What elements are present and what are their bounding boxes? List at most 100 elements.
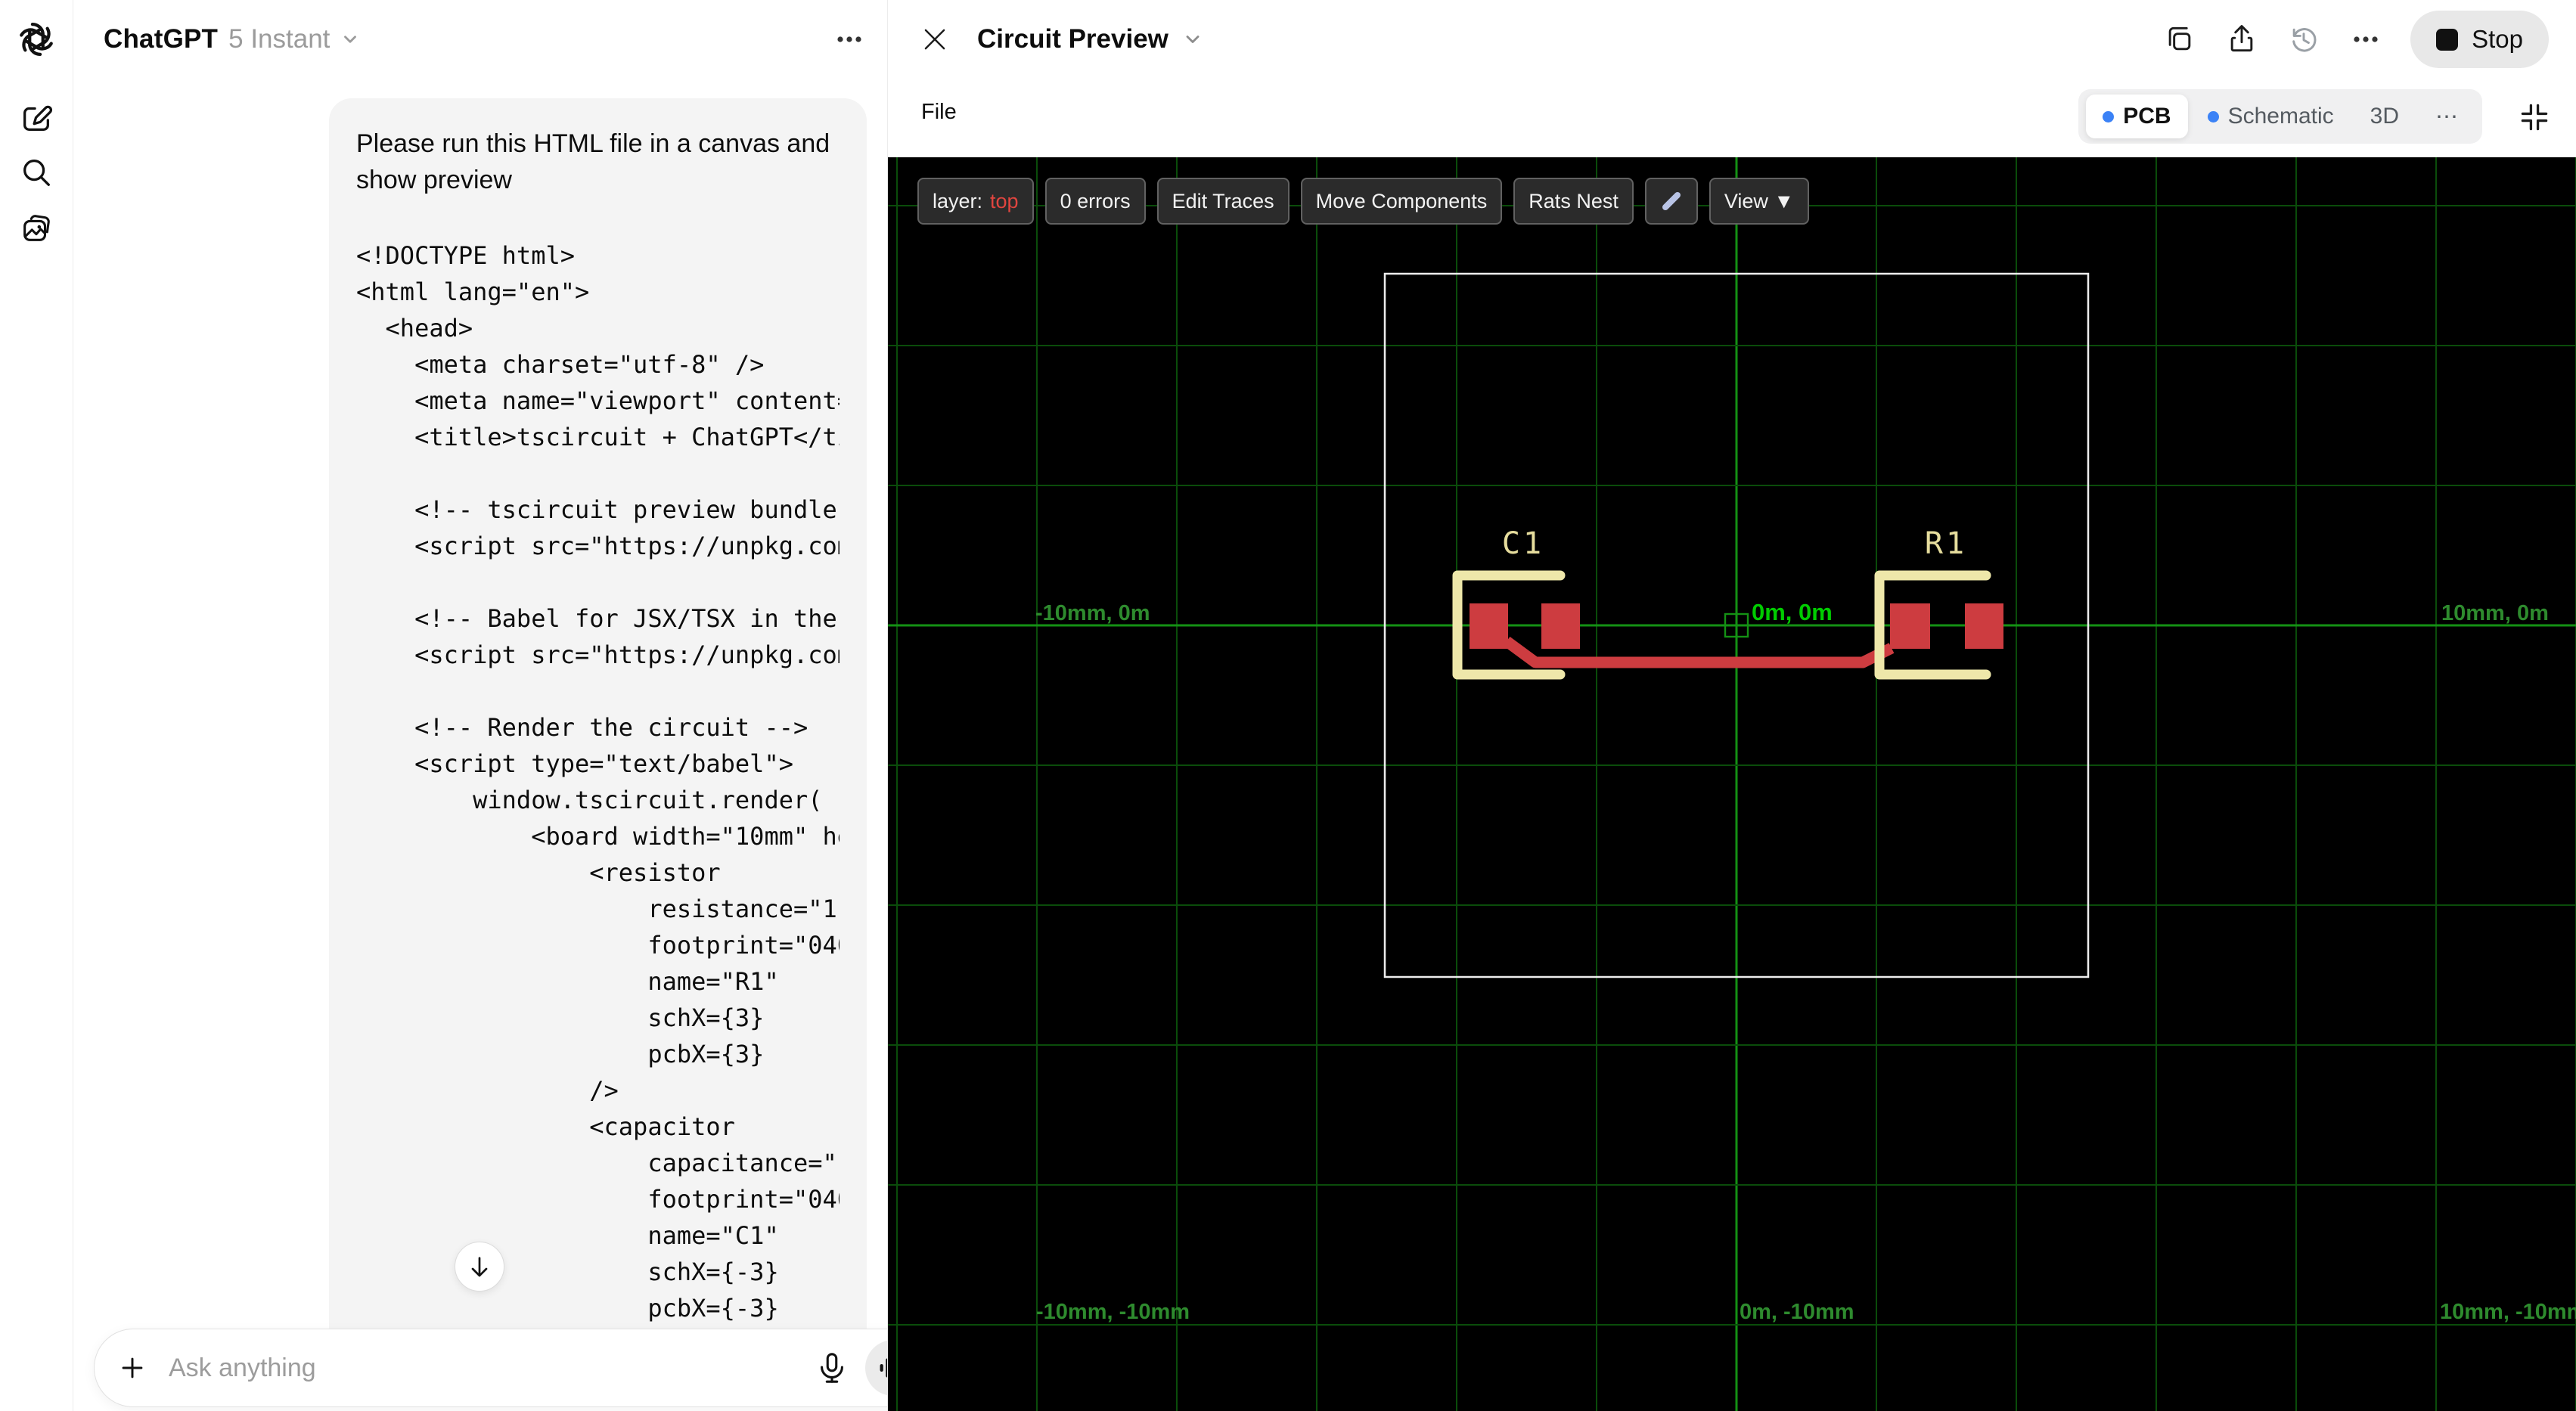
microphone-icon [821,1353,843,1383]
library-icon[interactable] [17,209,56,248]
tab-active-dot [2103,110,2115,122]
chat-options-icon[interactable] [833,23,866,56]
copy-icon[interactable] [2162,22,2197,57]
coordinate-label: 0m, -10mm [1740,1300,1854,1324]
chevron-down-icon [344,36,357,43]
new-chat-icon[interactable] [17,98,56,138]
code-line: schX={3} [356,1003,765,1032]
move-components-button[interactable]: Move Components [1300,178,1503,225]
code-line: footprint="040 [356,1185,840,1214]
code-line: <capacitor [356,1112,735,1141]
pcb-viewport[interactable]: 0m, 0m -10mm, 0m 10mm, 0m -10mm, -10mm 0m, … [888,157,2576,1411]
component-ref-r1[interactable]: R1 [1925,526,1967,561]
user-message-bubble: Please run this HTML file in a canvas an… [329,98,867,1361]
file-menu[interactable]: File [921,100,957,125]
chat-pane: ChatGPT 5 Instant Please run this HTML f… [73,0,887,1411]
more-options-icon[interactable] [2348,22,2383,57]
canvas-header-actions: Stop [2162,0,2549,79]
code-line: pcbX={3} [356,1040,765,1068]
tab-schematic[interactable]: Schematic [2191,95,2351,138]
code-line: name="C1" [356,1221,779,1250]
dictate-button[interactable] [809,1345,855,1391]
voice-mode-button[interactable] [865,1340,887,1396]
code-line: capacitance="1 [356,1149,840,1177]
errors-button[interactable]: 0 errors [1044,178,1146,225]
coordinate-label: 10mm, -10mm [2440,1300,2576,1324]
code-line: resistance="1k [356,895,840,923]
code-line: <head> [356,314,473,343]
canvas-panel: Circuit Preview Stop File PCB Schematic … [887,0,2576,1411]
voice-waveform-icon [880,1358,887,1378]
code-line: pcbX={-3} [356,1294,779,1323]
code-line: footprint="040 [356,931,840,960]
stop-square-icon [2436,28,2459,51]
canvas-title-chevron-icon[interactable] [1182,29,1203,50]
origin-label: 0m, 0m [1752,599,1833,625]
canvas-header: Circuit Preview Stop [888,0,2576,79]
tab-⋯[interactable]: ⋯ [2419,95,2475,139]
canvas-menubar: File PCB Schematic 3D ⋯ [888,79,2576,157]
composer-input[interactable]: Ask anything [169,1354,809,1383]
coordinate-label: 10mm, 0m [2441,601,2549,625]
code-line: <script type="text/babel"> [356,749,793,778]
collapse-icon[interactable] [2515,98,2553,136]
code-line: <script src="https://unpkg.com [356,640,840,669]
view-tabs: PCB Schematic 3D ⋯ [2078,89,2482,144]
user-message-text: Please run this HTML file in a canvas an… [356,129,830,194]
pencil-tool-button[interactable] [1644,178,1698,225]
view-dropdown-button[interactable]: View ▼ [1709,178,1810,225]
coordinate-label: -10mm, 0m [1035,601,1150,625]
c1-pad-1[interactable] [1470,603,1508,649]
code-line: <meta charset="utf-8" /> [356,350,765,379]
coordinate-label: -10mm, -10mm [1036,1300,1190,1324]
rats-nest-button[interactable]: Rats Nest [1513,178,1634,225]
scroll-to-bottom-button[interactable] [455,1242,504,1292]
pcb-canvas[interactable]: 0m, 0m -10mm, 0m 10mm, 0m -10mm, -10mm 0m, … [888,157,2576,1411]
app-sidebar [0,0,73,1411]
code-line: <html lang="en"> [356,278,590,306]
layer-button[interactable]: layer: top [917,178,1034,225]
model-name: 5 Instant [228,24,331,54]
chat-header: ChatGPT 5 Instant [73,0,887,79]
code-line: <!-- Render the circuit --> [356,713,808,742]
user-message-code: <!DOCTYPE html> <html lang="en"> <head> <… [356,237,840,1361]
component-reference-labels: C1 R1 [1502,526,1967,561]
code-line: <resistor [356,858,721,887]
search-icon[interactable] [17,153,56,192]
c1-pad-2[interactable] [1541,603,1580,649]
tab-active-dot [2207,110,2219,122]
tab-pcb[interactable]: PCB [2086,95,2188,138]
code-line: <!DOCTYPE html> [356,241,575,270]
share-icon[interactable] [2224,22,2259,57]
pencil-icon [1662,192,1681,210]
history-icon[interactable] [2286,22,2321,57]
r1-pad-1[interactable] [1890,603,1930,649]
plus-icon[interactable] [116,1351,149,1385]
code-line: <title>tscircuit + ChatGPT</ti [356,423,840,451]
component-ref-c1[interactable]: C1 [1502,526,1544,561]
code-line: <meta name="viewport" content= [356,386,840,415]
openai-logo-icon[interactable] [17,20,56,59]
code-line: <board width="10mm" he [356,822,840,851]
canvas-title: Circuit Preview [977,24,1169,54]
code-line: name="R1" [356,967,779,996]
code-line: <!-- tscircuit preview bundle [356,495,837,524]
message-composer[interactable]: Ask anything [94,1329,887,1407]
tab-3d[interactable]: 3D [2354,95,2416,138]
pcb-grid [888,157,2576,1411]
stop-button[interactable]: Stop [2410,11,2549,68]
arrow-down-icon [471,1257,488,1277]
r1-pad-2[interactable] [1965,603,2003,649]
code-line: window.tscircuit.render( [356,786,823,814]
model-picker[interactable]: ChatGPT 5 Instant [104,24,360,54]
pcb-toolbar: layer: top 0 errors Edit Traces Move Comp… [917,178,1810,225]
code-line: <script src="https://unpkg.com [356,532,840,560]
code-line: /> [356,1076,619,1105]
layer-value: top [990,189,1019,212]
code-line: <!-- Babel for JSX/TSX in the [356,604,837,633]
close-canvas-icon[interactable] [915,20,954,59]
edit-traces-button[interactable]: Edit Traces [1156,178,1290,225]
